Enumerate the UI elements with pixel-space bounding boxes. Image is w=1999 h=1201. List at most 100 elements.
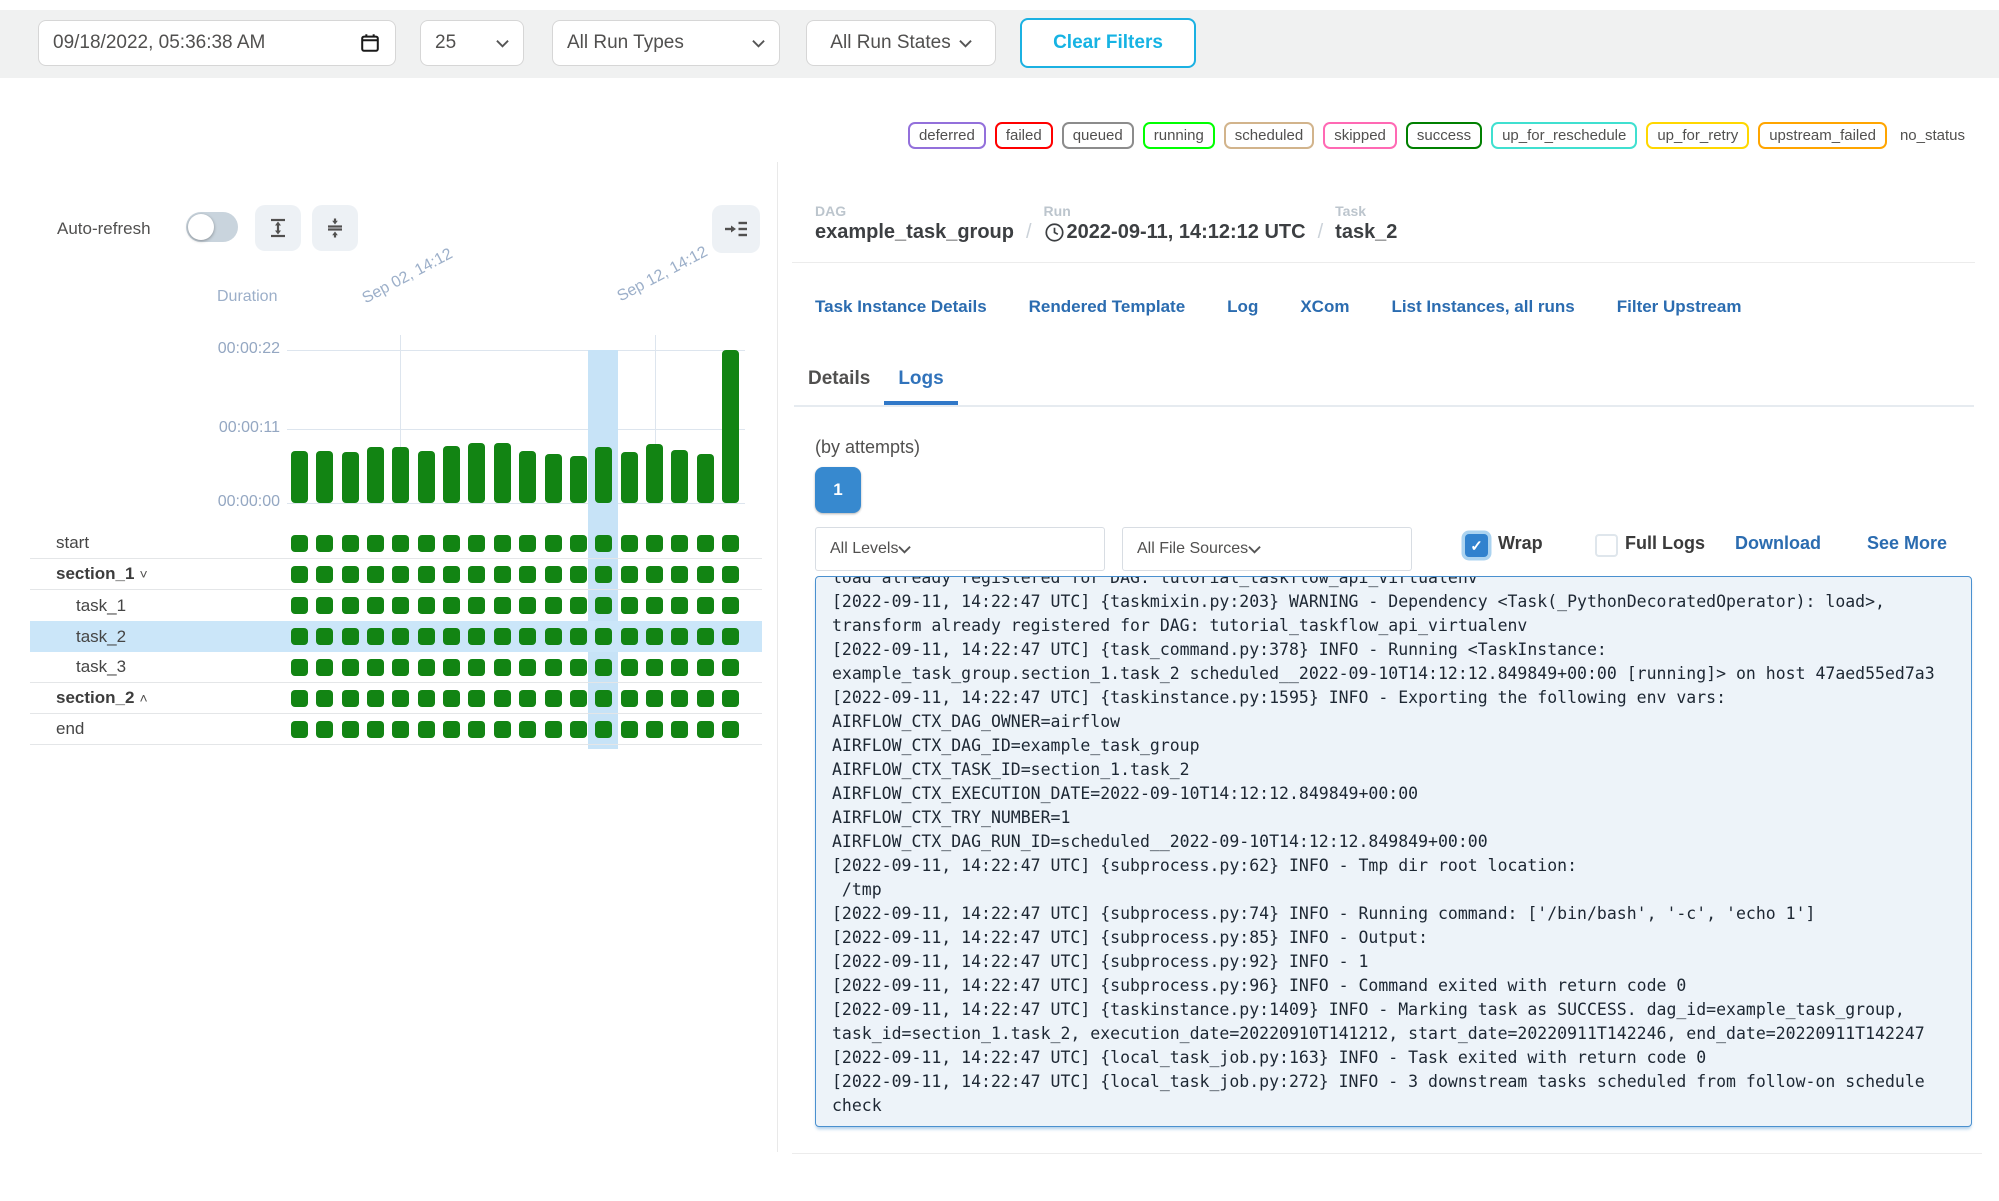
task-instance-square[interactable] [722,628,739,645]
task-instance-square[interactable] [367,659,384,676]
task-instance-square[interactable] [722,566,739,583]
task-instance-square[interactable] [468,597,485,614]
task-instance-square[interactable] [418,535,435,552]
task-instance-square[interactable] [443,566,460,583]
run-duration-bar[interactable] [494,443,511,503]
legend-state-upstream_failed[interactable]: upstream_failed [1758,122,1887,149]
task-instance-square[interactable] [646,628,663,645]
task-instance-square[interactable] [494,628,511,645]
task-instance-square[interactable] [494,721,511,738]
task-row-label-task_2[interactable]: task_2 [76,627,126,647]
task-instance-square[interactable] [671,535,688,552]
task-instance-square[interactable] [291,597,308,614]
task-row-label-section_2[interactable]: section_2 [56,688,134,708]
task-instance-square[interactable] [621,597,638,614]
task-instance-square[interactable] [722,535,739,552]
expand-rows-button[interactable] [255,205,301,251]
task-instance-square[interactable] [519,597,536,614]
task-instance-square[interactable] [418,659,435,676]
task-instance-square[interactable] [392,628,409,645]
task-instance-square[interactable] [443,597,460,614]
run-duration-bar[interactable] [316,451,333,503]
task-instance-square[interactable] [595,566,612,583]
task-instance-square[interactable] [367,535,384,552]
task-instance-square[interactable] [291,566,308,583]
task-instance-square[interactable] [468,566,485,583]
run-duration-bar[interactable] [570,456,587,503]
task-row-label-end[interactable]: end [56,719,84,739]
run-duration-bar[interactable] [367,447,384,503]
task-instance-square[interactable] [545,566,562,583]
task-instance-square[interactable] [671,566,688,583]
task-instance-square[interactable] [595,659,612,676]
legend-state-deferred[interactable]: deferred [908,122,986,149]
task-instance-square[interactable] [722,659,739,676]
task-instance-square[interactable] [545,721,562,738]
task-instance-square[interactable] [621,721,638,738]
task-instance-square[interactable] [646,535,663,552]
attempt-button-1[interactable]: 1 [815,467,861,513]
toggle-details-panel-button[interactable] [712,205,760,253]
task-instance-square[interactable] [621,628,638,645]
legend-state-failed[interactable]: failed [995,122,1053,149]
task-instance-square[interactable] [468,535,485,552]
legend-state-queued[interactable]: queued [1062,122,1134,149]
task-instance-square[interactable] [291,628,308,645]
task-instance-square[interactable] [342,597,359,614]
task-instance-square[interactable] [316,566,333,583]
task-instance-square[interactable] [392,535,409,552]
wrap-checkbox[interactable]: ✓ [1465,534,1488,557]
task-instance-square[interactable] [519,566,536,583]
task-row-label-task_1[interactable]: task_1 [76,596,126,616]
task-instance-square[interactable] [519,721,536,738]
run-duration-bar[interactable] [468,443,485,503]
task-instance-square[interactable] [291,659,308,676]
run-value-wrap[interactable]: 2022-09-11, 14:12:12 UTC [1044,219,1306,245]
task-instance-square[interactable] [697,628,714,645]
legend-state-up_for_reschedule[interactable]: up_for_reschedule [1491,122,1637,149]
task-instance-square[interactable] [367,721,384,738]
task-instance-square[interactable] [392,721,409,738]
task-instance-square[interactable] [646,721,663,738]
run-duration-bar[interactable] [342,452,359,503]
run-duration-bar[interactable] [722,350,739,503]
log-output-box[interactable]: load already registered for DAG: tutoria… [815,576,1972,1127]
task-instance-square[interactable] [443,659,460,676]
task-row-label-start[interactable]: start [56,533,89,553]
task-instance-square[interactable] [443,535,460,552]
task-instance-square[interactable] [697,535,714,552]
task-instance-square[interactable] [545,690,562,707]
legend-state-scheduled[interactable]: scheduled [1224,122,1314,149]
task-instance-square[interactable] [646,597,663,614]
task-instance-square[interactable] [570,690,587,707]
task-instance-square[interactable] [545,535,562,552]
task-instance-square[interactable] [697,566,714,583]
run-duration-bar[interactable] [443,446,460,503]
legend-state-success[interactable]: success [1406,122,1482,149]
task-row-label-section_1[interactable]: section_1 [56,564,134,584]
link-task-instance-details[interactable]: Task Instance Details [815,297,987,317]
log-file-sources-select[interactable]: All File Sources [1122,527,1412,571]
base-date-input[interactable]: 09/18/2022, 05:36:38 AM [38,20,396,66]
run-states-select[interactable]: All Run States [806,20,996,66]
task-instance-square[interactable] [392,597,409,614]
task-instance-square[interactable] [570,566,587,583]
task-instance-square[interactable] [545,628,562,645]
task-instance-square[interactable] [392,659,409,676]
task-instance-square[interactable] [671,690,688,707]
task-instance-square[interactable] [621,659,638,676]
task-instance-square[interactable] [595,721,612,738]
calendar-icon[interactable] [359,32,381,54]
task-instance-square[interactable] [595,690,612,707]
task-instance-square[interactable] [342,721,359,738]
task-instance-square[interactable] [697,690,714,707]
link-xcom[interactable]: XCom [1300,297,1349,317]
task-instance-square[interactable] [468,628,485,645]
run-duration-bar[interactable] [671,450,688,503]
task-instance-square[interactable] [316,628,333,645]
task-instance-square[interactable] [519,659,536,676]
task-instance-square[interactable] [570,628,587,645]
full-logs-checkbox[interactable] [1595,534,1618,557]
chevron-down-icon[interactable]: ˅ [139,566,147,582]
link-rendered-template[interactable]: Rendered Template [1029,297,1186,317]
